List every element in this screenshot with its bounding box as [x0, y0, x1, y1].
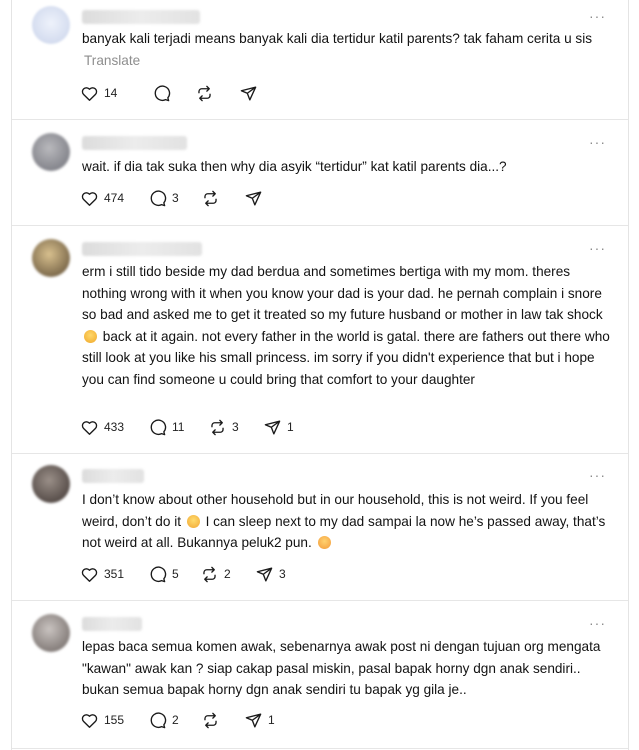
- post-text: banyak kali terjadi means banyak kali di…: [82, 31, 593, 68]
- avatar[interactable]: [32, 133, 70, 171]
- reply-post[interactable]: ··· erm i still tido beside my dad berdu…: [12, 225, 628, 454]
- avatar[interactable]: [32, 614, 70, 652]
- like-button[interactable]: 351: [80, 563, 124, 585]
- heart-icon: [80, 711, 99, 730]
- translate-link[interactable]: Translate: [84, 53, 140, 68]
- repost-button[interactable]: 2: [200, 563, 231, 585]
- share-button[interactable]: 1: [263, 416, 294, 438]
- heart-icon: [80, 565, 99, 584]
- more-options-icon[interactable]: ···: [589, 134, 606, 150]
- reply-post[interactable]: ··· banyak kali terjadi means banyak kal…: [12, 0, 628, 120]
- share-button[interactable]: 3: [255, 563, 286, 585]
- reply-icon: [152, 84, 171, 103]
- like-button[interactable]: 433: [80, 416, 124, 438]
- username-redacted[interactable]: [82, 10, 200, 24]
- like-button[interactable]: 14: [80, 82, 117, 104]
- post-text: wait. if dia tak suka then why dia asyik…: [82, 159, 507, 174]
- relieved-emoji: [317, 536, 331, 549]
- reply-count: 5: [172, 567, 179, 581]
- repost-icon: [200, 565, 219, 584]
- share-count: 1: [287, 420, 294, 434]
- like-button[interactable]: 474: [80, 187, 124, 209]
- share-icon: [244, 711, 263, 730]
- heart-icon: [80, 189, 99, 208]
- reply-count: 3: [172, 191, 179, 205]
- avatar[interactable]: [32, 6, 70, 44]
- reply-icon: [148, 189, 167, 208]
- reply-count: 2: [172, 713, 179, 727]
- laughing-emoji: [84, 329, 97, 343]
- share-count: 3: [279, 567, 286, 581]
- repost-count: 2: [224, 567, 231, 581]
- reply-post[interactable]: ··· wait. if dia tak suka then why dia a…: [12, 119, 628, 226]
- repost-button[interactable]: 3: [208, 416, 239, 438]
- heart-icon: [80, 84, 99, 103]
- post-text: erm i still tido beside my dad berdua an…: [82, 264, 610, 387]
- sweat-smile-emoji: [186, 514, 200, 528]
- like-count: 351: [104, 567, 125, 581]
- reply-icon: [148, 565, 167, 584]
- share-icon: [255, 565, 274, 584]
- more-options-icon[interactable]: ···: [589, 615, 606, 631]
- reply-button[interactable]: 3: [148, 187, 179, 209]
- reply-icon: [148, 418, 167, 437]
- heart-icon: [80, 418, 99, 437]
- avatar[interactable]: [32, 239, 70, 277]
- reply-button[interactable]: 11: [148, 416, 184, 438]
- more-options-icon[interactable]: ···: [589, 8, 606, 24]
- repost-icon: [201, 189, 220, 208]
- repost-count: 3: [232, 420, 239, 434]
- like-count: 155: [104, 713, 125, 727]
- share-icon: [239, 84, 258, 103]
- like-count: 433: [104, 420, 125, 434]
- more-options-icon[interactable]: ···: [589, 467, 606, 483]
- thread-replies-panel: ··· banyak kali terjadi means banyak kal…: [11, 0, 629, 750]
- share-icon: [263, 418, 282, 437]
- avatar[interactable]: [32, 465, 70, 503]
- reply-post[interactable]: ··· lepas baca semua komen awak, sebenar…: [12, 600, 628, 749]
- repost-button[interactable]: [201, 709, 220, 731]
- reply-post[interactable]: ··· I don’t know about other household b…: [12, 453, 628, 601]
- like-count: 14: [104, 86, 118, 100]
- more-options-icon[interactable]: ···: [589, 240, 606, 256]
- username-redacted[interactable]: [82, 136, 187, 150]
- reply-button[interactable]: 5: [148, 563, 179, 585]
- reply-button[interactable]: 2: [148, 709, 179, 731]
- like-count: 474: [104, 191, 125, 205]
- reply-count: 11: [172, 420, 185, 434]
- share-icon: [244, 189, 263, 208]
- like-button[interactable]: 155: [80, 709, 124, 731]
- reply-button[interactable]: [152, 82, 171, 104]
- share-button[interactable]: 1: [244, 709, 275, 731]
- post-text: lepas baca semua komen awak, sebenarnya …: [82, 639, 601, 697]
- username-redacted[interactable]: [82, 469, 144, 483]
- repost-icon: [195, 84, 214, 103]
- post-text: I don’t know about other household but i…: [82, 492, 606, 550]
- repost-icon: [201, 711, 220, 730]
- repost-icon: [208, 418, 227, 437]
- repost-button[interactable]: [201, 187, 220, 209]
- repost-button[interactable]: [195, 82, 214, 104]
- username-redacted[interactable]: [82, 617, 142, 631]
- username-redacted[interactable]: [82, 242, 202, 256]
- share-button[interactable]: [244, 187, 263, 209]
- reply-icon: [148, 711, 167, 730]
- share-count: 1: [268, 713, 275, 727]
- share-button[interactable]: [239, 82, 258, 104]
